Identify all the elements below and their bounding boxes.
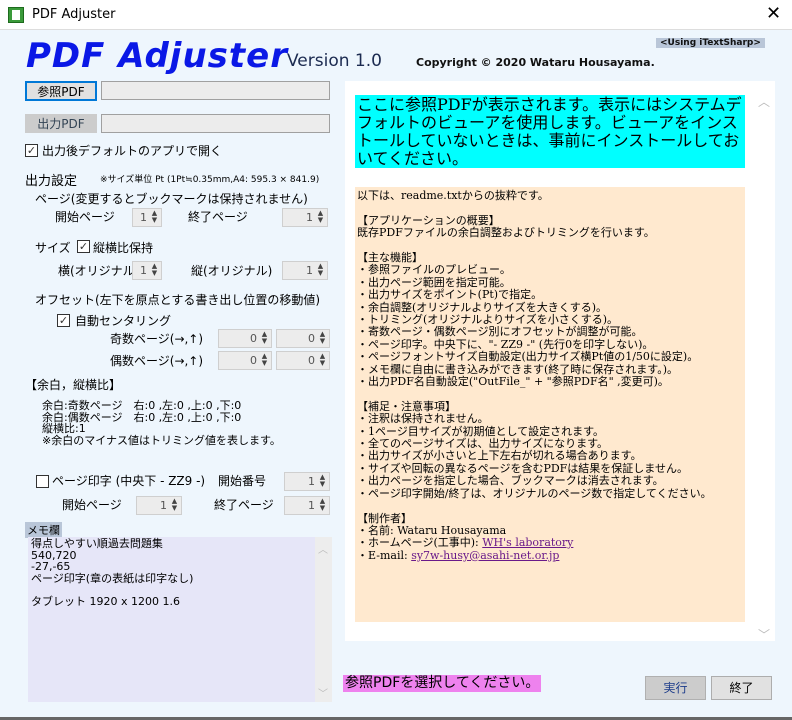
odd-x-spinner[interactable]: 0 ▲ ▼: [218, 329, 272, 348]
start-number-label: 開始番号: [218, 474, 267, 488]
odd-y-spinner[interactable]: 0 ▲ ▼: [276, 329, 330, 348]
email-line: ・E-mail: sy7w-husy@asahi-net.or.jp: [357, 548, 560, 562]
spin-arrows-icon[interactable]: ▲ ▼: [149, 263, 160, 278]
end-page-label: 終了ページ: [188, 210, 248, 224]
margins-line: ※余白のマイナス値はトリミング値を表します。: [42, 433, 281, 447]
homepage-link[interactable]: WH's laboratory: [482, 536, 573, 549]
out-pdf-field[interactable]: [101, 114, 330, 133]
spin-arrows-icon[interactable]: ▲ ▼: [259, 353, 270, 368]
copyright-label: Copyright © 2020 Wataru Housayama.: [416, 56, 655, 69]
spin-arrows-icon[interactable]: ▲ ▼: [317, 498, 328, 513]
readme-line: ・ページフォントサイズ自動設定(出力サイズ横Pt値の1/50に設定)。: [357, 350, 699, 364]
odd-page-label: 奇数ページ(→,↑): [110, 332, 204, 346]
spin-arrows-icon[interactable]: ▲ ▼: [149, 210, 160, 225]
ref-pdf-button[interactable]: 参照PDF: [25, 81, 97, 101]
size-label: サイズ: [35, 241, 71, 255]
window-title: PDF Adjuster: [32, 7, 116, 22]
height-label: 縦(オリジナル): [191, 264, 273, 278]
open-after-checkbox[interactable]: ✓: [25, 144, 38, 157]
margins-heading: 【余白，縦横比】: [25, 378, 122, 392]
open-after-label: 出力後デフォルトのアプリで開く: [42, 144, 223, 158]
width-label: 横(オリジナル): [58, 264, 140, 278]
settings-title: 出力設定: [25, 174, 78, 189]
close-icon[interactable]: ✕: [766, 3, 781, 24]
end-page-spinner[interactable]: 1 ▲ ▼: [282, 208, 328, 227]
print-start-page-label: 開始ページ: [62, 498, 122, 512]
readme-line: ・出力サイズをポイント(Pt)で指定。: [357, 288, 543, 302]
out-pdf-button[interactable]: 出力PDF: [25, 114, 97, 133]
even-y-spinner[interactable]: 0 ▲ ▼: [276, 351, 330, 370]
memo-line: -27,-65: [31, 560, 71, 573]
page-heading: ページ(変更するとブックマークは保持されません): [35, 192, 308, 206]
scroll-up-icon[interactable]: ︿: [758, 93, 770, 110]
memo-label: メモ欄: [25, 522, 62, 538]
start-page-label: 開始ページ: [55, 210, 115, 224]
memo-scrollbar[interactable]: ︿ ﹀: [315, 537, 332, 702]
readme-line: [357, 388, 743, 400]
print-end-page-label: 終了ページ: [214, 498, 274, 512]
ref-pdf-field[interactable]: [101, 81, 330, 100]
readme-line: [357, 500, 743, 512]
unit-note: ※サイズ単位 Pt (1Pt≒0.35mm,A4: 595.3 × 841.9): [100, 175, 320, 185]
readme-line: ・出力PDF名自動設定("OutFile_" + "参照PDF名" ,変更可)。: [357, 375, 669, 389]
readme-line: 既存PDFファイルの余白調整およびトリミングを行います。: [357, 226, 655, 240]
margins-info: 余白:奇数ページ 右:0 ,左:0 ,上:0 ,下:0 余白:偶数ページ 右:0…: [42, 400, 281, 446]
exit-button[interactable]: 終了: [711, 676, 772, 700]
scroll-down-icon[interactable]: ﹀: [318, 685, 328, 700]
readme-line: ・ページ印字開始/終了は、オリジナルのページ数で指定してください。: [357, 486, 712, 500]
keep-ratio-checkbox[interactable]: ✓: [77, 240, 90, 253]
readme-line: ・注釈は保持されません。: [357, 412, 489, 426]
margins-line: 縦横比:1: [42, 422, 86, 435]
page-print-label: ページ印字 (中央下 - ZZ9 -): [52, 474, 206, 488]
memo-line: 得点しやすい順過去問題集: [31, 537, 163, 550]
spin-arrows-icon[interactable]: ▲ ▼: [317, 353, 328, 368]
start-number-spinner[interactable]: 1 ▲ ▼: [284, 472, 330, 491]
spin-arrows-icon[interactable]: ▲ ▼: [259, 331, 270, 346]
run-button[interactable]: 実行: [645, 676, 706, 700]
scroll-down-icon[interactable]: ﹀: [758, 626, 770, 643]
height-spinner[interactable]: 1 ▲ ▼: [282, 261, 328, 280]
margins-line: 余白:奇数ページ 右:0 ,左:0 ,上:0 ,下:0: [42, 399, 242, 412]
memo-line: タブレット 1920 x 1200 1.6: [31, 594, 180, 608]
app-icon: [8, 7, 24, 23]
keep-ratio-label: 縦横比保持: [93, 241, 154, 255]
spin-arrows-icon[interactable]: ▲ ▼: [315, 210, 326, 225]
auto-center-label: 自動センタリング: [75, 314, 172, 328]
readme-line: ・出力ページを指定した場合、ブックマークは消去されます。: [357, 474, 664, 488]
readme-lines: 以下は、readme.txtからの抜粋です。 【アプリケーションの概要】 既存PDF…: [357, 189, 743, 537]
readme-line: 以下は、readme.txtからの抜粋です。: [357, 189, 549, 202]
spin-arrows-icon[interactable]: ▲ ▼: [317, 331, 328, 346]
memo-line: [31, 584, 313, 596]
version-label: Version 1.0: [287, 51, 382, 71]
readme-excerpt: 以下は、readme.txtからの抜粋です。 【アプリケーションの概要】 既存PDF…: [355, 187, 745, 622]
app-logo: PDF Adjuster: [26, 36, 288, 76]
even-x-spinner[interactable]: 0 ▲ ▼: [218, 351, 272, 370]
print-end-page-spinner[interactable]: 1 ▲ ▼: [284, 496, 330, 515]
library-label: <Using iTextSharp>: [656, 38, 765, 48]
memo-textarea[interactable]: 得点しやすい順過去問題集 540,720 -27,-65 ページ印字(章の表紙は…: [28, 537, 316, 702]
width-spinner[interactable]: 1 ▲ ▼: [132, 261, 162, 280]
title-bar: PDF Adjuster ✕: [0, 0, 792, 30]
offset-heading: オフセット(左下を原点とする書き出し位置の移動値): [35, 293, 321, 307]
memo-line: 540,720: [31, 548, 77, 562]
spin-arrows-icon[interactable]: ▲ ▼: [169, 498, 180, 513]
memo-line: ページ印字(章の表紙は印字なし): [31, 571, 194, 585]
print-start-page-spinner[interactable]: 1 ▲ ▼: [136, 496, 182, 515]
readme-line: ・参照ファイルのプレビュー。: [357, 263, 511, 277]
even-page-label: 偶数ページ(→,↑): [110, 354, 204, 368]
start-page-spinner[interactable]: 1 ▲ ▼: [132, 208, 162, 227]
preview-notice: ここに参照PDFが表示されます。表示にはシステムデフォルトのビューアを使用します…: [355, 95, 745, 168]
spin-arrows-icon[interactable]: ▲ ▼: [317, 474, 328, 489]
email-link[interactable]: sy7w-husy@asahi-net.or.jp: [411, 549, 559, 562]
status-message: 参照PDFを選択してください。: [343, 675, 542, 692]
readme-line: [357, 202, 743, 214]
auto-center-checkbox[interactable]: ✓: [57, 314, 70, 327]
spin-arrows-icon[interactable]: ▲ ▼: [315, 263, 326, 278]
scroll-up-icon[interactable]: ︿: [318, 541, 328, 556]
page-print-checkbox[interactable]: [36, 475, 49, 488]
readme-line: ・寄数ページ・偶数ページ別にオフセットが調整が可能。: [357, 325, 643, 339]
